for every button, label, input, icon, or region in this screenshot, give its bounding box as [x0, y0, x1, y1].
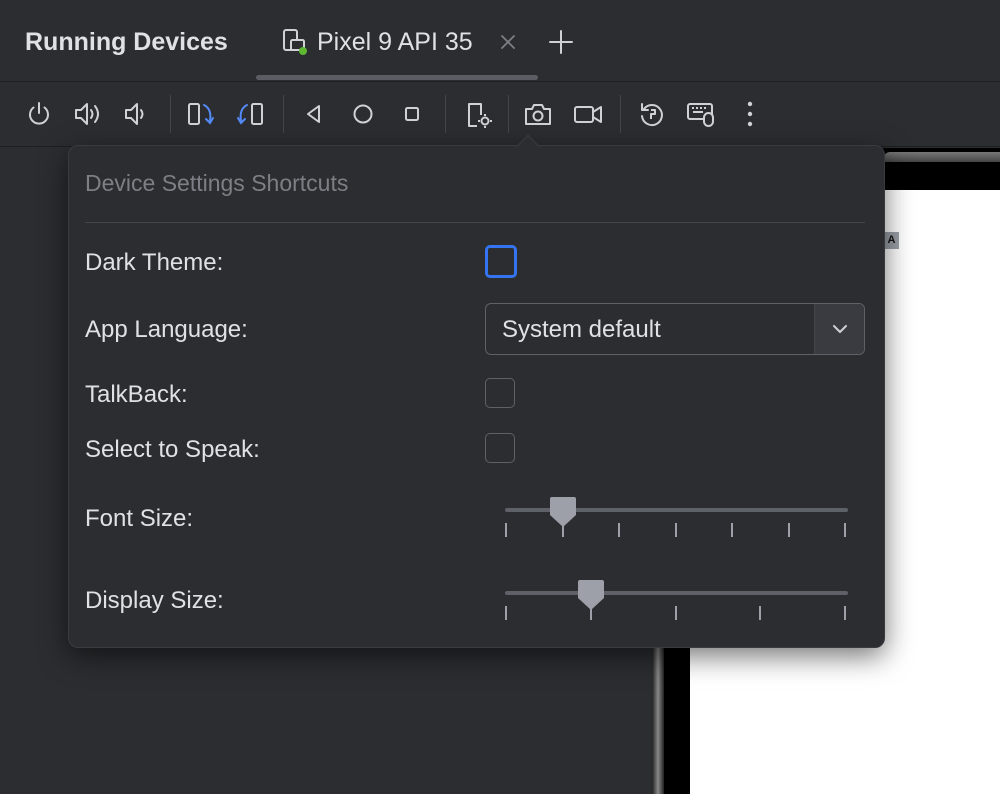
slider-tick	[505, 606, 507, 620]
toolbar-separator	[508, 95, 509, 133]
toolbar-separator	[283, 95, 284, 133]
talkback-checkbox[interactable]	[485, 378, 515, 408]
rotate-right-icon[interactable]	[235, 97, 265, 131]
power-icon[interactable]	[24, 97, 54, 131]
slider-tick	[618, 523, 620, 537]
tab-selected-indicator	[256, 75, 538, 80]
toolbar-separator	[620, 95, 621, 133]
tab-pixel-9[interactable]: Pixel 9 API 35	[256, 0, 538, 82]
app-language-select[interactable]: System default	[485, 303, 865, 355]
screen-record-icon[interactable]	[573, 97, 603, 131]
dark-theme-checkbox[interactable]	[485, 245, 517, 278]
slider-tick	[674, 523, 677, 537]
rotate-left-icon[interactable]	[186, 97, 216, 131]
toolbar-separator	[445, 95, 446, 133]
slider-tick	[674, 606, 677, 620]
dark-theme-label: Dark Theme:	[85, 249, 224, 276]
keyboard-icon[interactable]	[686, 97, 716, 131]
select-to-speak-checkbox[interactable]	[485, 433, 515, 463]
device-running-icon	[283, 29, 307, 55]
tab-label: Pixel 9 API 35	[317, 28, 473, 56]
more-options-icon[interactable]	[735, 97, 765, 131]
slider-tick	[844, 606, 846, 620]
slider-tick	[759, 606, 762, 620]
slider-track	[505, 591, 848, 595]
slider-thumb[interactable]	[577, 578, 605, 612]
device-bezel	[884, 152, 1000, 162]
slider-thumb[interactable]	[549, 495, 577, 529]
device-bezel-edge	[652, 640, 664, 794]
device-status-badge: A	[884, 232, 899, 249]
chevron-down-icon[interactable]	[814, 304, 864, 354]
select-to-speak-label: Select to Speak:	[85, 436, 260, 463]
slider-tick	[731, 523, 733, 537]
app-language-value: System default	[502, 316, 661, 343]
talkback-label: TalkBack:	[85, 381, 188, 408]
home-icon[interactable]	[348, 97, 378, 131]
popup-title: Device Settings Shortcuts	[85, 170, 349, 196]
display-size-label: Display Size:	[85, 587, 224, 614]
font-size-slider[interactable]	[505, 491, 848, 537]
device-settings-icon[interactable]	[463, 97, 493, 131]
slider-tick	[505, 523, 507, 537]
popup-divider	[85, 222, 865, 223]
slider-tick	[844, 523, 846, 537]
close-tab-icon[interactable]	[498, 32, 518, 52]
volume-up-icon[interactable]	[73, 97, 103, 131]
reset-icon[interactable]	[637, 97, 667, 131]
overview-icon[interactable]	[397, 97, 427, 131]
font-size-label: Font Size:	[85, 505, 194, 532]
display-size-slider[interactable]	[505, 574, 848, 620]
tool-window-header: Running Devices Pixel 9 API 35	[0, 0, 1000, 82]
screenshot-icon[interactable]	[523, 97, 553, 131]
device-toolbar	[0, 83, 1000, 147]
tool-window-title: Running Devices	[25, 28, 228, 56]
volume-down-icon[interactable]	[122, 97, 152, 131]
slider-tick	[787, 523, 790, 537]
add-tab-icon[interactable]	[547, 28, 575, 56]
app-language-label: App Language:	[85, 316, 248, 343]
toolbar-separator	[170, 95, 171, 133]
device-settings-popup: Device Settings Shortcuts Dark Theme: Ap…	[68, 134, 885, 648]
back-icon[interactable]	[299, 97, 329, 131]
